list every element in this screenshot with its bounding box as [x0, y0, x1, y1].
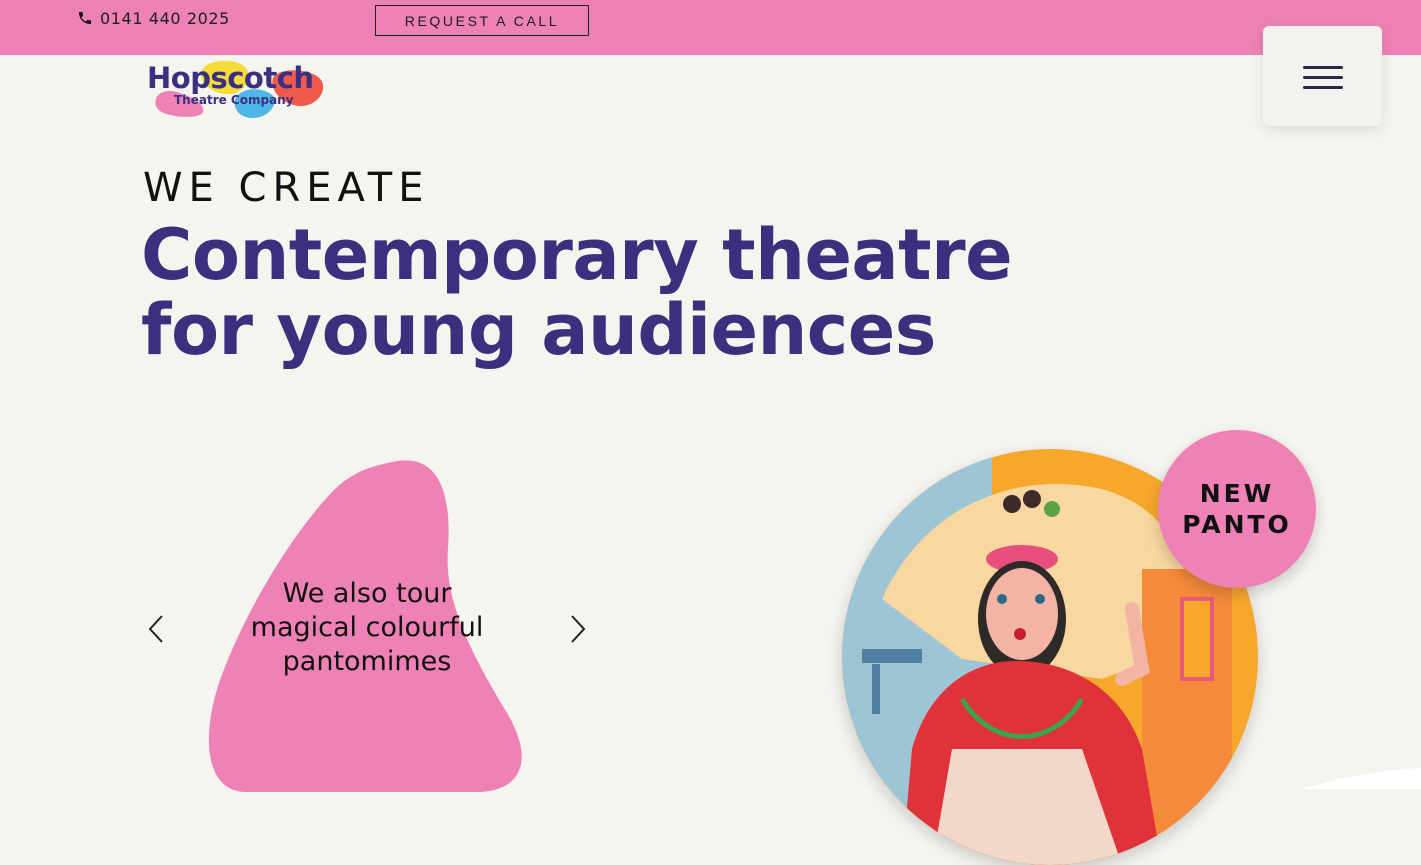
phone-icon	[77, 10, 93, 26]
chevron-right-icon	[571, 615, 586, 643]
hopscotch-logo[interactable]: Hopscotch Theatre Company	[143, 56, 335, 120]
phone-link[interactable]: 0141 440 2025	[77, 8, 230, 28]
logo-text: Hopscotch	[147, 61, 314, 95]
headline-line-1: Contemporary theatre	[141, 214, 1013, 296]
slider-prev-button[interactable]	[144, 612, 168, 646]
badge-line-1: NEW	[1199, 479, 1275, 508]
hero-eyebrow: WE CREATE	[143, 165, 430, 211]
badge-text: NEW PANTO	[1177, 478, 1297, 540]
slide-text: We also tour magical colourful pantomime…	[225, 577, 509, 679]
new-panto-badge[interactable]: NEW PANTO	[1158, 430, 1316, 588]
slide-text-line-2: magical colourful	[250, 612, 484, 643]
headline-line-2: for young audiences	[141, 289, 936, 371]
slide-text-line-3: pantomimes	[282, 646, 452, 677]
slider-next-button[interactable]	[566, 612, 590, 646]
decorative-wave	[1300, 760, 1421, 789]
phone-number: 0141 440 2025	[100, 8, 230, 28]
hero-headline: Contemporary theatre for young audiences	[141, 218, 1013, 371]
request-a-call-button[interactable]: REQUEST A CALL	[375, 5, 589, 36]
chevron-left-icon	[148, 615, 163, 643]
menu-button[interactable]	[1263, 26, 1382, 126]
slide-text-line-1: We also tour	[282, 578, 452, 609]
badge-line-2: PANTO	[1182, 510, 1292, 539]
logo-subtext: Theatre Company	[174, 93, 294, 107]
